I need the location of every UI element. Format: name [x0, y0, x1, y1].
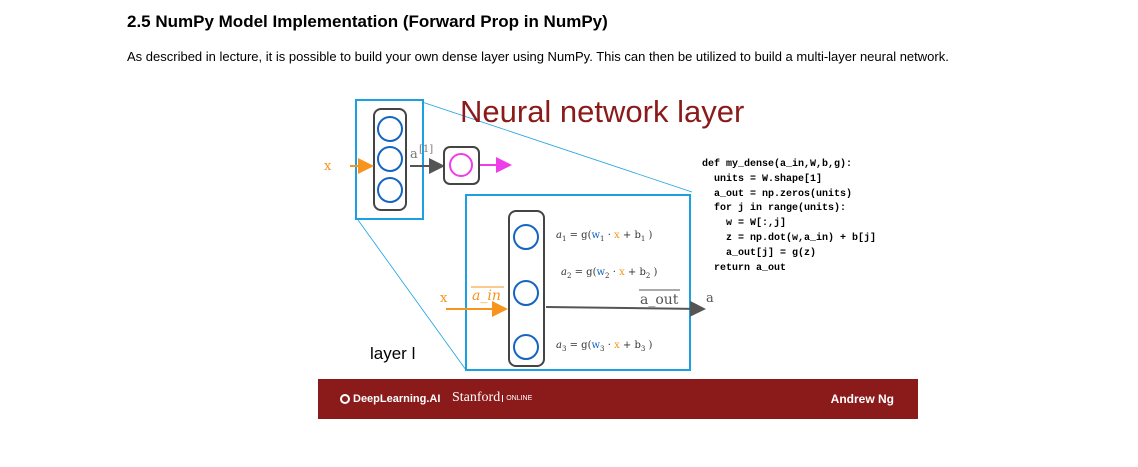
a-in-label: a_in	[472, 288, 501, 304]
slide-image: x a [1] x a_in a_out a a1 = g(w1 · x + b…	[318, 88, 918, 419]
small-input-label: x	[324, 159, 332, 174]
author-name: Andrew Ng	[830, 392, 894, 406]
slide-footer: DeepLearning.AI Stanford ONLINE Andrew Ng	[318, 379, 918, 419]
big-output-arrow	[545, 300, 706, 317]
small-activation-superscript: [1]	[419, 144, 433, 155]
deeplearning-mark-icon	[340, 394, 350, 404]
equation-1: a1 = g(w1 · x + b1 )	[556, 230, 652, 243]
small-neuron-1	[377, 116, 403, 142]
code-snippet: def my_dense(a_in,W,b,g): units = W.shap…	[702, 159, 877, 274]
small-neuron-2	[377, 146, 403, 172]
slide-title: Neural network layer	[460, 94, 745, 129]
next-layer-neuron	[449, 153, 473, 177]
intro-paragraph: As described in lecture, it is possible …	[127, 49, 949, 64]
small-neuron-3	[377, 177, 403, 203]
deeplearning-logo: DeepLearning.AI	[340, 393, 440, 405]
equation-2: a2 = g(w2 · x + b2 )	[561, 267, 657, 280]
big-input-label: x	[440, 291, 448, 306]
stanford-online-logo: Stanford ONLINE	[452, 390, 533, 405]
svg-text:a2 = g(w2 · x + b2 ): a2 = g(w2 · x + b2 )	[561, 267, 657, 280]
equation-3: a3 = g(w3 · x + b3 )	[556, 340, 652, 353]
a-out-label: a_out	[640, 292, 679, 308]
big-neuron-2	[513, 280, 539, 306]
small-activation-label: a	[410, 147, 418, 162]
layer-label: layer l	[370, 344, 416, 363]
svg-text:a1 = g(w1 · x + b1 ): a1 = g(w1 · x + b1 )	[556, 230, 652, 243]
big-neuron-1	[513, 224, 539, 250]
section-heading: 2.5 NumPy Model Implementation (Forward …	[127, 12, 608, 31]
big-neuron-3	[513, 334, 539, 360]
big-output-label: a	[706, 291, 714, 306]
svg-text:a3 = g(w3 · x + b3 ): a3 = g(w3 · x + b3 )	[556, 340, 652, 353]
